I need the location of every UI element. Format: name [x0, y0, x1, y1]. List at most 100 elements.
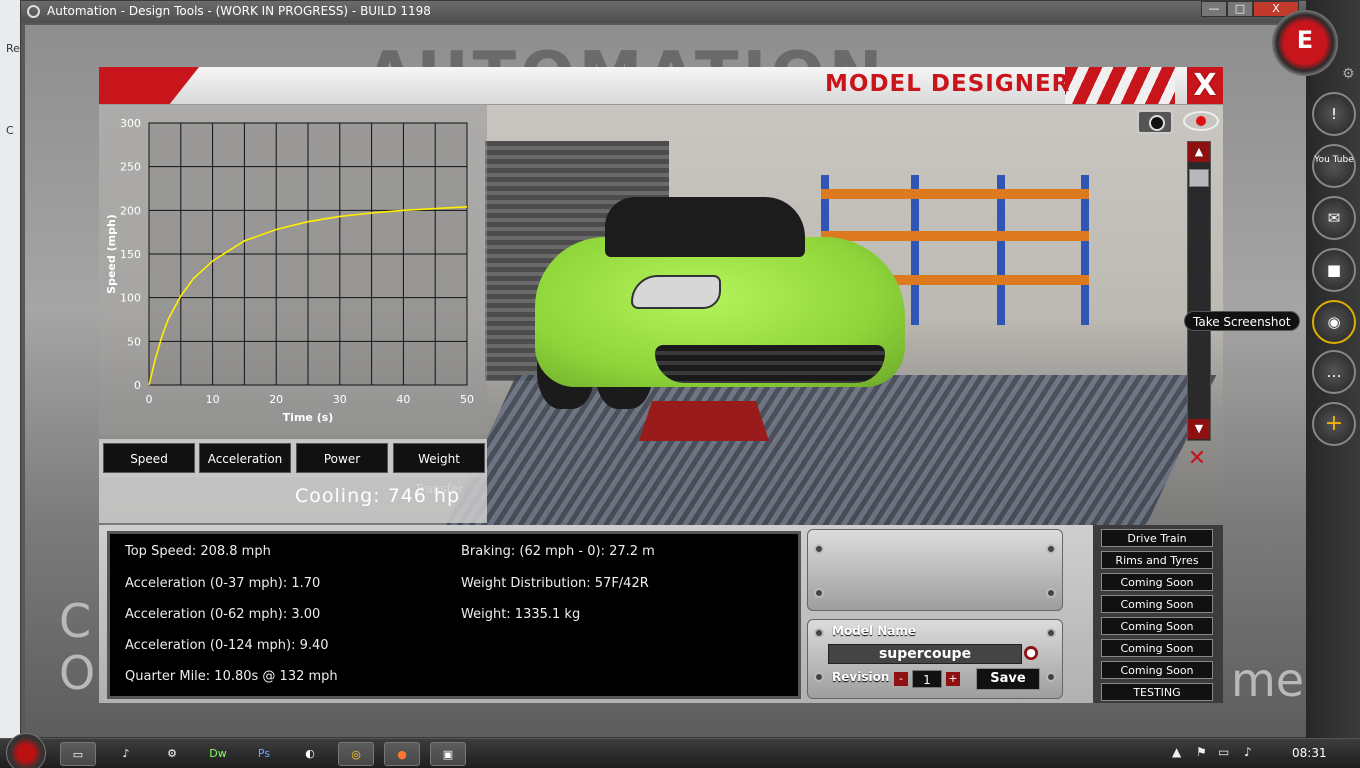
y-axis-label: Speed (mph) — [105, 214, 118, 294]
chart-tab-bar: Speed Acceleration Power Weight Transfer — [99, 439, 487, 496]
desktop-edge: Re C — [0, 0, 20, 738]
panel-close-button[interactable]: X — [1187, 67, 1223, 104]
bolt — [814, 544, 824, 554]
car-grille — [655, 345, 885, 383]
screenshot-camera-icon[interactable]: ◉ — [1312, 300, 1356, 344]
model-name-plate: Model Name supercoupe ● Revision - 1 + S… — [807, 619, 1063, 699]
bolt — [1046, 588, 1056, 598]
start-button[interactable] — [6, 733, 46, 768]
car-jack — [639, 401, 769, 441]
bolt — [1046, 628, 1056, 638]
desktop-edge-text: Re — [6, 42, 20, 55]
photoshop-icon[interactable]: Ps — [246, 742, 282, 766]
video-camera-icon[interactable]: ■ — [1312, 248, 1356, 292]
speaker-icon[interactable]: ♪ — [1244, 745, 1252, 759]
panel-title: MODEL DESIGNER — [825, 71, 1071, 97]
performance-chart-panel: 0 50 100 150 200 250 300 0 10 20 30 40 50 Time (s) Spe… — [99, 105, 487, 435]
gear-icon[interactable]: ⚙ — [1342, 66, 1355, 82]
bolt — [1046, 544, 1056, 554]
minimize-button[interactable]: — — [1201, 1, 1227, 17]
dreamweaver-icon[interactable]: Dw — [200, 742, 236, 766]
x-tick-label: 50 — [460, 393, 474, 406]
scroll-down-button[interactable]: ▼ — [1188, 419, 1210, 439]
media-player-icon[interactable]: ● — [384, 742, 420, 766]
menu-rims-and-tyres[interactable]: Rims and Tyres — [1101, 551, 1213, 569]
x-tick-label: 20 — [269, 393, 283, 406]
app-icon — [27, 5, 40, 18]
background-text-right: me — [1231, 653, 1305, 707]
scroll-up-button[interactable]: ▲ — [1188, 142, 1210, 162]
clock[interactable]: 08:31 — [1292, 746, 1327, 760]
x-tick-label: 10 — [206, 393, 220, 406]
menu-coming-soon[interactable]: Coming Soon — [1101, 639, 1213, 657]
stat-weight: Weight: 1335.1 kg — [461, 607, 581, 622]
menu-drive-train[interactable]: Drive Train — [1101, 529, 1213, 547]
car-scene[interactable]: 0 50 100 150 200 250 300 0 10 20 30 40 50 Time (s) Spe… — [99, 105, 1223, 525]
chrome-icon[interactable]: ◎ — [338, 742, 374, 766]
y-tick-label: 250 — [120, 161, 141, 174]
revision-increase-button[interactable]: + — [946, 672, 960, 686]
dock-logo[interactable]: E — [1272, 10, 1338, 76]
stat-weight-distribution: Weight Distribution: 57F/42R — [461, 576, 649, 591]
volume-icon[interactable]: ♪ — [108, 742, 144, 766]
eye-icon[interactable] — [1183, 111, 1219, 131]
model-name-field[interactable]: supercoupe — [828, 644, 1022, 664]
y-tick-label: 200 — [120, 204, 141, 217]
x-axis-label: Time (s) — [283, 411, 334, 424]
camera-icon[interactable] — [1137, 110, 1173, 134]
stats-display: Top Speed: 208.8 mph Acceleration (0-37 … — [107, 531, 801, 699]
car-windshield — [605, 197, 805, 257]
action-center-icon[interactable]: ⚑ — [1196, 745, 1207, 759]
stat-braking: Braking: (62 mph - 0): 27.2 m — [461, 544, 655, 559]
model-designer-panel: MODEL DESIGNER X 0 50 100 150 200 250 30… — [99, 67, 1223, 703]
chat-icon[interactable]: … — [1312, 350, 1356, 394]
empty-plate — [807, 529, 1063, 611]
menu-coming-soon[interactable]: Coming Soon — [1101, 661, 1213, 679]
bolt — [814, 588, 824, 598]
car-model[interactable] — [535, 197, 905, 409]
scroll-thumb[interactable] — [1189, 169, 1209, 187]
tab-weight-transfer[interactable]: Weight Transfer — [393, 443, 485, 496]
menu-coming-soon[interactable]: Coming Soon — [1101, 617, 1213, 635]
tray-expand-icon[interactable]: ▲ — [1172, 745, 1181, 759]
y-tick-label: 100 — [120, 292, 141, 305]
background-text-line: O — [59, 646, 96, 700]
bottom-panel: Top Speed: 208.8 mph Acceleration (0-37 … — [99, 525, 1223, 703]
car-headlight — [631, 275, 721, 309]
steam-icon[interactable]: ⚙ — [154, 742, 190, 766]
automation-game-icon[interactable]: ▣ — [430, 742, 466, 766]
stat-accel-124: Acceleration (0-124 mph): 9.40 — [125, 638, 329, 653]
mail-icon[interactable]: ✉ — [1312, 196, 1356, 240]
rotate-reset-icon[interactable]: ✕ — [1179, 445, 1215, 473]
tab-speed[interactable]: Speed — [103, 443, 195, 473]
x-tick-label: 30 — [333, 393, 347, 406]
tab-power[interactable]: Power — [296, 443, 388, 473]
plus-icon[interactable]: + — [1312, 402, 1356, 446]
stat-accel-37: Acceleration (0-37 mph): 1.70 — [125, 576, 321, 591]
menu-testing[interactable]: TESTING — [1101, 683, 1213, 701]
revision-decrease-button[interactable]: - — [894, 672, 908, 686]
maximize-button[interactable]: □ — [1227, 1, 1253, 17]
y-tick-label: 50 — [127, 335, 141, 348]
menu-coming-soon[interactable]: Coming Soon — [1101, 595, 1213, 613]
tab-acceleration[interactable]: Acceleration — [199, 443, 291, 473]
taskbar: ▭ ♪ ⚙ Dw Ps ◐ ◎ ● ▣ ▲ ⚑ ▭ ♪ 08:31 — [0, 733, 1360, 768]
speed-chart: 0 50 100 150 200 250 300 0 10 20 30 40 50 Time (s) Spe… — [105, 117, 474, 424]
alert-icon[interactable]: ! — [1312, 92, 1356, 136]
cooling-readout: Cooling: 746 hp — [295, 485, 461, 507]
stat-quarter-mile: Quarter Mile: 10.80s @ 132 mph — [125, 669, 338, 684]
network-icon[interactable]: ▭ — [1218, 745, 1229, 759]
bolt — [1046, 672, 1056, 682]
youtube-icon[interactable]: You Tube — [1312, 144, 1356, 188]
desktop-edge-text: C — [6, 124, 14, 137]
explorer-icon[interactable]: ▭ — [60, 742, 96, 766]
menu-coming-soon[interactable]: Coming Soon — [1101, 573, 1213, 591]
panel-header: MODEL DESIGNER X — [99, 67, 1223, 105]
bolt — [814, 672, 824, 682]
save-button[interactable]: Save — [976, 668, 1040, 690]
x-tick-label: 40 — [396, 393, 410, 406]
y-tick-label: 150 — [120, 248, 141, 261]
app-icon[interactable]: ◐ — [292, 742, 328, 766]
model-name-action-icon[interactable]: ● — [1024, 646, 1038, 660]
window-titlebar[interactable]: Automation - Design Tools - (WORK IN PRO… — [21, 1, 1309, 23]
